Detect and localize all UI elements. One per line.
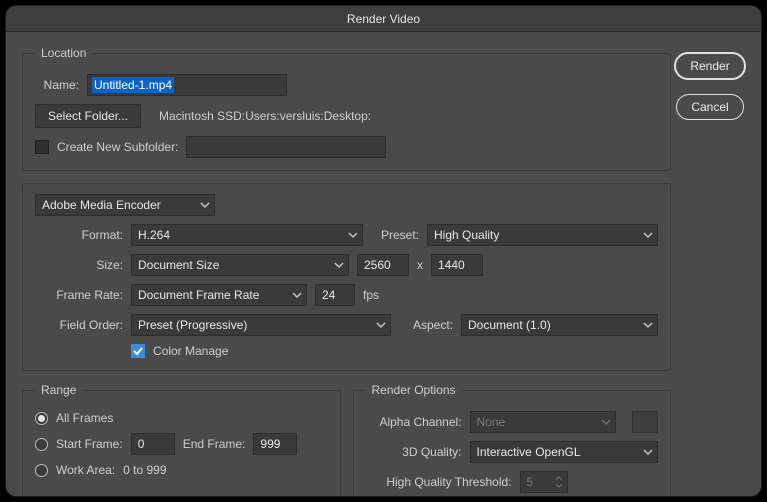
chevron-down-icon bbox=[643, 447, 653, 457]
work-area-radio[interactable]: Work Area: bbox=[35, 463, 115, 477]
location-legend: Location bbox=[35, 46, 92, 60]
chevron-down-icon bbox=[643, 230, 653, 240]
framerate-label: Frame Rate: bbox=[35, 288, 123, 302]
size-mode-select[interactable]: Document Size bbox=[131, 254, 349, 276]
aspect-select[interactable]: Document (1.0) bbox=[461, 314, 658, 336]
range-legend: Range bbox=[35, 383, 82, 397]
size-label: Size: bbox=[35, 258, 123, 272]
start-frame-input[interactable] bbox=[131, 433, 175, 455]
hq-threshold-label: High Quality Threshold: bbox=[366, 475, 512, 489]
chevron-down-icon bbox=[200, 200, 210, 210]
chevron-down-icon bbox=[334, 260, 344, 270]
format-select[interactable]: H.264 bbox=[131, 224, 363, 246]
render-button[interactable]: Render bbox=[674, 52, 745, 80]
alpha-color-swatch bbox=[632, 411, 658, 433]
chevron-down-icon bbox=[601, 417, 611, 427]
render-options-legend: Render Options bbox=[366, 383, 462, 397]
chevron-down-icon bbox=[376, 320, 386, 330]
all-frames-radio[interactable]: All Frames bbox=[35, 411, 113, 425]
alpha-select: None bbox=[470, 411, 617, 433]
width-input[interactable] bbox=[357, 254, 409, 276]
render-options-group: Render Options Alpha Channel: None 3D Qu… bbox=[353, 383, 672, 496]
aspect-label: Aspect: bbox=[399, 318, 453, 332]
checkbox-icon bbox=[35, 140, 49, 154]
select-folder-button[interactable]: Select Folder... bbox=[35, 104, 141, 128]
x-label: x bbox=[417, 258, 423, 272]
3d-quality-label: 3D Quality: bbox=[366, 445, 462, 459]
window-title: Render Video bbox=[347, 12, 420, 26]
name-input[interactable]: Untitled-1.mp4 bbox=[87, 74, 287, 96]
preset-label: Preset: bbox=[371, 228, 419, 242]
titlebar: Render Video bbox=[6, 6, 761, 32]
hq-threshold-input: 5 bbox=[520, 471, 568, 493]
height-input[interactable] bbox=[431, 254, 483, 276]
alpha-label: Alpha Channel: bbox=[366, 415, 462, 429]
color-manage-checkbox[interactable]: Color Manage bbox=[131, 344, 228, 358]
cancel-button[interactable]: Cancel bbox=[676, 94, 743, 120]
chevron-down-icon bbox=[348, 230, 358, 240]
start-frame-radio[interactable]: Start Frame: bbox=[35, 437, 123, 451]
end-frame-label: End Frame: bbox=[183, 437, 246, 451]
3d-quality-select[interactable]: Interactive OpenGL bbox=[470, 441, 659, 463]
radio-icon bbox=[35, 412, 48, 425]
fieldorder-select[interactable]: Preset (Progressive) bbox=[131, 314, 391, 336]
framerate-input[interactable] bbox=[315, 284, 355, 306]
fps-label: fps bbox=[363, 288, 379, 302]
create-subfolder-checkbox[interactable]: Create New Subfolder: bbox=[35, 140, 178, 154]
work-area-value: 0 to 999 bbox=[123, 463, 166, 477]
radio-icon bbox=[35, 464, 48, 477]
name-value: Untitled-1.mp4 bbox=[92, 77, 174, 93]
folder-path: Macintosh SSD:Users:versluis:Desktop: bbox=[159, 109, 371, 123]
encoder-group: Adobe Media Encoder Format: H.264 Preset… bbox=[22, 183, 671, 371]
chevron-down-icon bbox=[643, 320, 653, 330]
chevron-down-icon bbox=[292, 290, 302, 300]
chevron-updown-icon bbox=[555, 476, 563, 488]
subfolder-input[interactable] bbox=[186, 136, 386, 158]
encoder-engine-select[interactable]: Adobe Media Encoder bbox=[35, 194, 215, 216]
format-label: Format: bbox=[35, 228, 123, 242]
radio-icon bbox=[35, 438, 48, 451]
range-group: Range All Frames Start Frame: En bbox=[22, 383, 341, 496]
fieldorder-label: Field Order: bbox=[35, 318, 123, 332]
end-frame-input[interactable] bbox=[253, 433, 297, 455]
preset-select[interactable]: High Quality bbox=[427, 224, 658, 246]
name-label: Name: bbox=[35, 78, 79, 92]
framerate-mode-select[interactable]: Document Frame Rate bbox=[131, 284, 307, 306]
render-video-dialog: Render Video Location Name: Untitled-1.m… bbox=[6, 6, 761, 496]
location-group: Location Name: Untitled-1.mp4 Select Fol… bbox=[22, 46, 671, 171]
checkbox-checked-icon bbox=[131, 344, 145, 358]
